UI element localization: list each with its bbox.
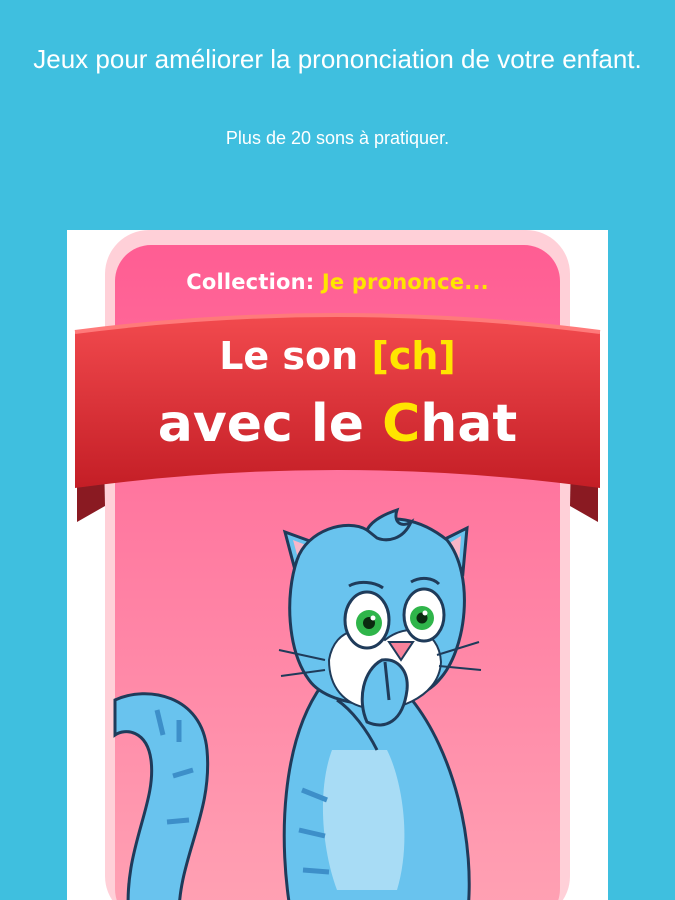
- headline: Jeux pour améliorer la prononciation de …: [33, 44, 642, 74]
- collection-prefix: Collection:: [186, 270, 315, 294]
- card-artwork: [74, 230, 601, 900]
- title-line-1-prefix: Le son: [219, 334, 359, 378]
- title-line-2: avec le Chat: [67, 394, 608, 454]
- subline: Plus de 20 sons à pratiquer.: [225, 128, 450, 148]
- collection-name: Je prononce...: [321, 270, 489, 294]
- title-line-1: Le son [ch]: [67, 334, 608, 378]
- title-line-2-prefix: avec le: [157, 394, 365, 454]
- title-sound: [ch]: [371, 334, 456, 378]
- title-highlight-letter: C: [382, 394, 421, 454]
- promo-card: Collection: Je prononce... Le son [ch] a…: [67, 230, 608, 900]
- title-line-2-suffix: hat: [420, 394, 518, 454]
- collection-label: Collection: Je prononce...: [115, 270, 560, 294]
